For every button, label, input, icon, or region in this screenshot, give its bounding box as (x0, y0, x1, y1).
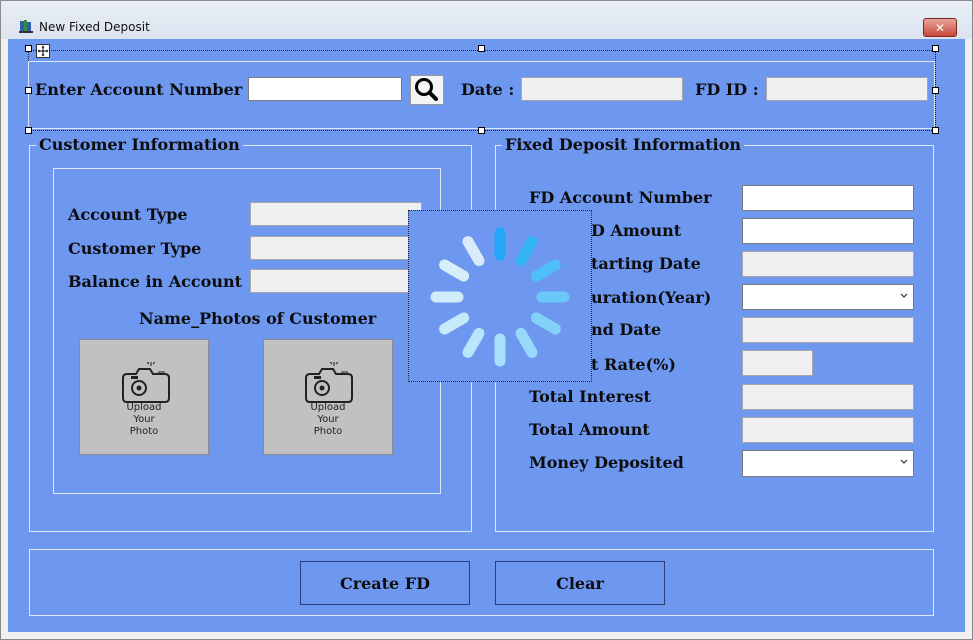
fd-starting-date-field[interactable] (742, 251, 914, 277)
close-icon: ✕ (934, 20, 946, 35)
photo-caption-line1: Upload (310, 402, 346, 413)
customer-type-label: Customer Type (68, 239, 202, 258)
resize-handle[interactable] (25, 127, 32, 134)
search-icon (415, 78, 438, 101)
balance-label: Balance in Account (68, 272, 242, 291)
photo-caption-line3: Photo (313, 426, 343, 437)
interest-rate-label: t Rate(%) (591, 355, 676, 374)
fd-end-date-field[interactable] (742, 317, 914, 343)
customer-info-legend: Customer Information (36, 136, 243, 154)
money-deposited-select[interactable] (742, 450, 914, 477)
move-icon[interactable] (36, 44, 50, 58)
application-window: New Fixed Deposit ✕ Enter Account Number… (0, 0, 973, 640)
account-type-field[interactable] (250, 202, 422, 226)
loading-spinner-icon (430, 227, 570, 367)
fd-info-legend: Fixed Deposit Information (502, 136, 745, 154)
account-type-label: Account Type (68, 205, 188, 224)
resize-handle[interactable] (478, 127, 485, 134)
photos-label: Name_Photos of Customer (139, 309, 377, 328)
total-interest-label: Total Interest (529, 387, 651, 406)
resize-handle[interactable] (932, 45, 939, 52)
date-field[interactable] (521, 77, 683, 101)
fd-id-label: FD ID : (695, 80, 759, 99)
fd-account-number-label: FD Account Number (529, 188, 712, 207)
balance-field[interactable] (250, 269, 422, 293)
customer-photo-1[interactable]: Upload Your Photo (79, 339, 209, 455)
total-amount-field[interactable] (742, 417, 914, 443)
fd-starting-date-label: tarting Date (591, 254, 701, 273)
app-icon (19, 20, 33, 33)
window-title: New Fixed Deposit (39, 20, 150, 34)
fd-duration-select[interactable] (742, 284, 914, 310)
customer-photo-2[interactable]: Upload Your Photo (263, 339, 393, 455)
resize-handle[interactable] (25, 87, 32, 94)
total-amount-label: Total Amount (529, 420, 650, 439)
close-button[interactable]: ✕ (923, 18, 957, 37)
resize-handle[interactable] (478, 45, 485, 52)
fd-account-number-input[interactable] (742, 185, 914, 211)
account-number-input[interactable] (248, 77, 402, 101)
photo-caption-line3: Photo (129, 426, 159, 437)
total-interest-field[interactable] (742, 384, 914, 410)
fd-end-date-label: nd Date (591, 320, 662, 339)
resize-handle[interactable] (25, 45, 32, 52)
action-panel (29, 549, 934, 616)
fd-id-field[interactable] (766, 77, 928, 101)
account-number-label: Enter Account Number : (35, 80, 254, 99)
camera-icon (122, 362, 170, 403)
fd-duration-label: uration(Year) (591, 288, 712, 307)
clear-button[interactable]: Clear (495, 561, 665, 605)
money-deposited-label: Money Deposited (529, 453, 684, 472)
search-button[interactable] (410, 75, 444, 105)
fd-amount-input[interactable] (742, 218, 914, 244)
camera-icon (305, 362, 353, 403)
title-bar: New Fixed Deposit ✕ (1, 1, 972, 39)
chevron-down-icon (900, 293, 908, 298)
resize-handle[interactable] (932, 127, 939, 134)
customer-type-field[interactable] (250, 236, 422, 260)
form-client-area: Enter Account Number : Date : FD ID : Cu… (8, 39, 965, 632)
chevron-down-icon (900, 459, 908, 464)
photo-caption-line1: Upload (126, 402, 162, 413)
interest-rate-field[interactable] (742, 350, 813, 376)
photo-caption-line2: Your (317, 414, 339, 425)
resize-handle[interactable] (932, 87, 939, 94)
photo-caption-line2: Your (133, 414, 155, 425)
loading-overlay (408, 210, 592, 382)
date-label: Date : (461, 80, 515, 99)
fd-amount-label: D Amount (591, 221, 682, 240)
create-fd-button[interactable]: Create FD (300, 561, 470, 605)
